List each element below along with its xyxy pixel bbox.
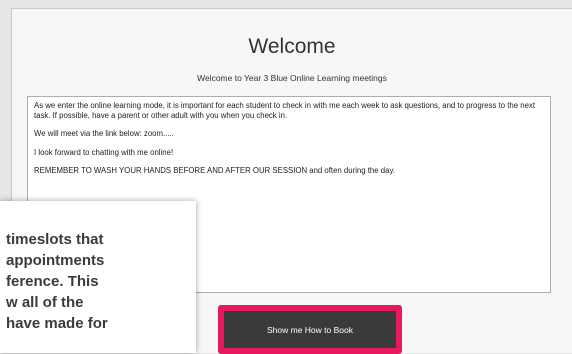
page-title: Welcome: [248, 35, 336, 58]
message-paragraph: As we enter the online learning mode, it…: [34, 101, 536, 120]
page-subtitle: Welcome to Year 3 Blue Online Learning m…: [197, 73, 387, 83]
tooltip-line: appointments: [6, 252, 105, 269]
message-paragraph: We will meet via the link below: zoom...…: [34, 129, 174, 138]
message-paragraph: REMEMBER TO WASH YOUR HANDS BEFORE AND A…: [34, 166, 395, 175]
tooltip-line: ference. This: [6, 273, 99, 290]
button-highlight: Show me How to Book: [218, 305, 402, 354]
tutorial-tooltip: timeslots that appointments ference. Thi…: [0, 201, 196, 353]
tooltip-line: w all of the: [6, 294, 84, 311]
message-paragraph: I look forward to chatting with me onlin…: [34, 147, 174, 157]
show-me-how-to-book-button[interactable]: Show me How to Book: [224, 311, 396, 348]
tooltip-line: have made for: [6, 315, 108, 332]
tooltip-line: timeslots that: [6, 231, 104, 248]
